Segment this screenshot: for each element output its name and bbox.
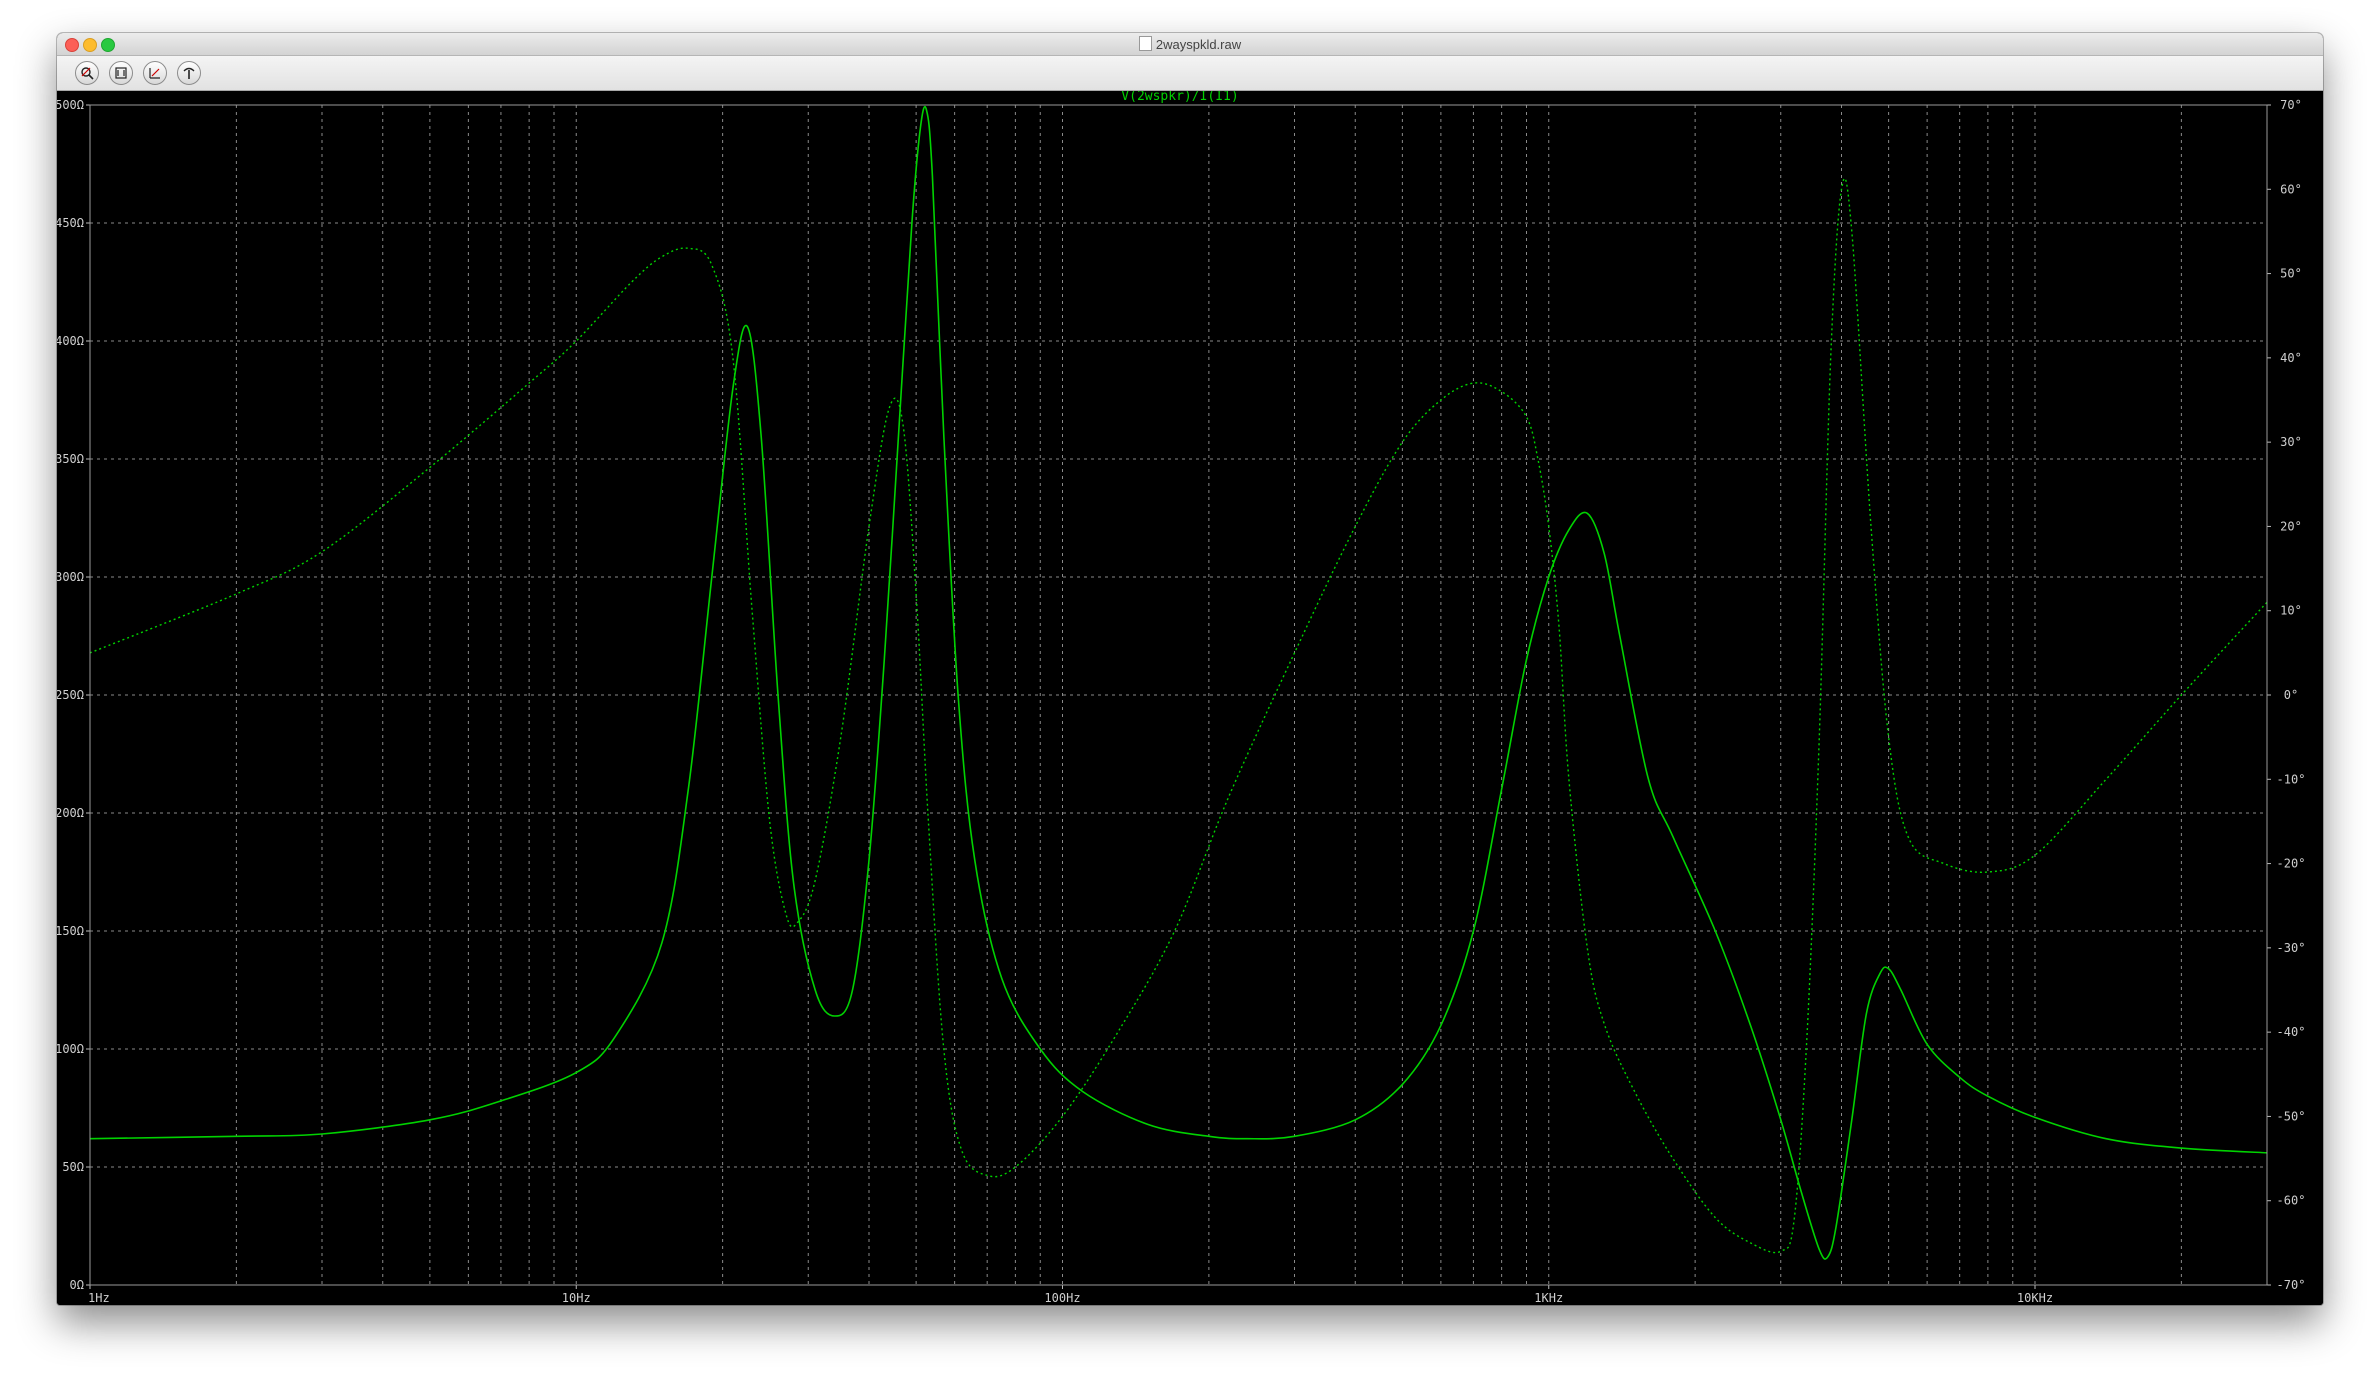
probe-button[interactable] (177, 61, 201, 85)
x-tick-label: 1Hz (88, 1291, 110, 1305)
document-icon (1138, 36, 1152, 51)
plot-window: 2wayspkld.raw V(2wspkr)/I(I1) 0Ω 50Ω 100… (57, 33, 2323, 1305)
zoom-extents-icon (149, 68, 160, 79)
chart-title: V(2wspkr)/I(I1) (1121, 91, 1238, 104)
x-tick-label: 100Hz (1044, 1291, 1080, 1305)
probe-icon (183, 67, 195, 79)
right-tick-label: 0° (2284, 688, 2298, 702)
window-title: 2wayspkld.raw (1155, 37, 1242, 52)
left-tick-label: 50Ω (62, 1160, 84, 1174)
right-tick-label: -10° (2277, 772, 2306, 786)
magnitude-series-line (89, 105, 2268, 1260)
right-tick-label: 10° (2280, 604, 2302, 618)
right-tick-label: -40° (2277, 1025, 2306, 1039)
left-tick-label: 500Ω (57, 98, 84, 112)
x-tick-label: 10Hz (562, 1291, 591, 1305)
right-tick-label: -70° (2277, 1278, 2306, 1292)
right-tick-label: 50° (2280, 267, 2302, 281)
left-tick-label: 400Ω (57, 334, 84, 348)
title-bar[interactable]: 2wayspkld.raw (57, 33, 2323, 56)
left-tick-label: 250Ω (57, 688, 84, 702)
right-tick-label: 30° (2280, 435, 2302, 449)
axis-tick-labels: 0Ω 50Ω 100Ω 150Ω 200Ω 250Ω 300Ω 350Ω 400Ω 450Ω 500… (57, 98, 2305, 1305)
left-tick-label: 450Ω (57, 216, 84, 230)
left-tick-label: 0Ω (70, 1278, 84, 1292)
autorange-icon (115, 67, 127, 79)
x-tick-label: 1KHz (1534, 1291, 1563, 1305)
zoom-extents-button[interactable] (143, 61, 167, 85)
left-tick-label: 300Ω (57, 570, 84, 584)
window-title-container: 2wayspkld.raw (57, 36, 2323, 52)
right-tick-label: -60° (2277, 1194, 2306, 1208)
right-tick-label: -50° (2277, 1109, 2306, 1123)
right-tick-label: 40° (2280, 351, 2302, 365)
zoom-icon (81, 67, 94, 80)
phase-series-line (89, 177, 2268, 1254)
impedance-chart[interactable]: V(2wspkr)/I(I1) 0Ω 50Ω 100Ω 150Ω 200Ω 250Ω 300… (57, 89, 2323, 1305)
plot-area[interactable]: V(2wspkr)/I(I1) 0Ω 50Ω 100Ω 150Ω 200Ω 250Ω 300… (57, 89, 2323, 1305)
right-tick-label: 60° (2280, 182, 2302, 196)
left-tick-label: 150Ω (57, 924, 84, 938)
toolbar (57, 56, 2323, 91)
x-tick-label: 10KHz (2017, 1291, 2053, 1305)
series-traces (89, 105, 2268, 1260)
autorange-button[interactable] (109, 61, 133, 85)
left-tick-label: 100Ω (57, 1042, 84, 1056)
grid (90, 105, 2267, 1285)
right-tick-label: -20° (2277, 857, 2306, 871)
zoom-button[interactable] (75, 61, 99, 85)
right-tick-label: 70° (2280, 98, 2302, 112)
right-tick-label: 20° (2280, 519, 2302, 533)
left-tick-label: 350Ω (57, 452, 84, 466)
right-tick-label: -30° (2277, 941, 2306, 955)
left-tick-label: 200Ω (57, 806, 84, 820)
